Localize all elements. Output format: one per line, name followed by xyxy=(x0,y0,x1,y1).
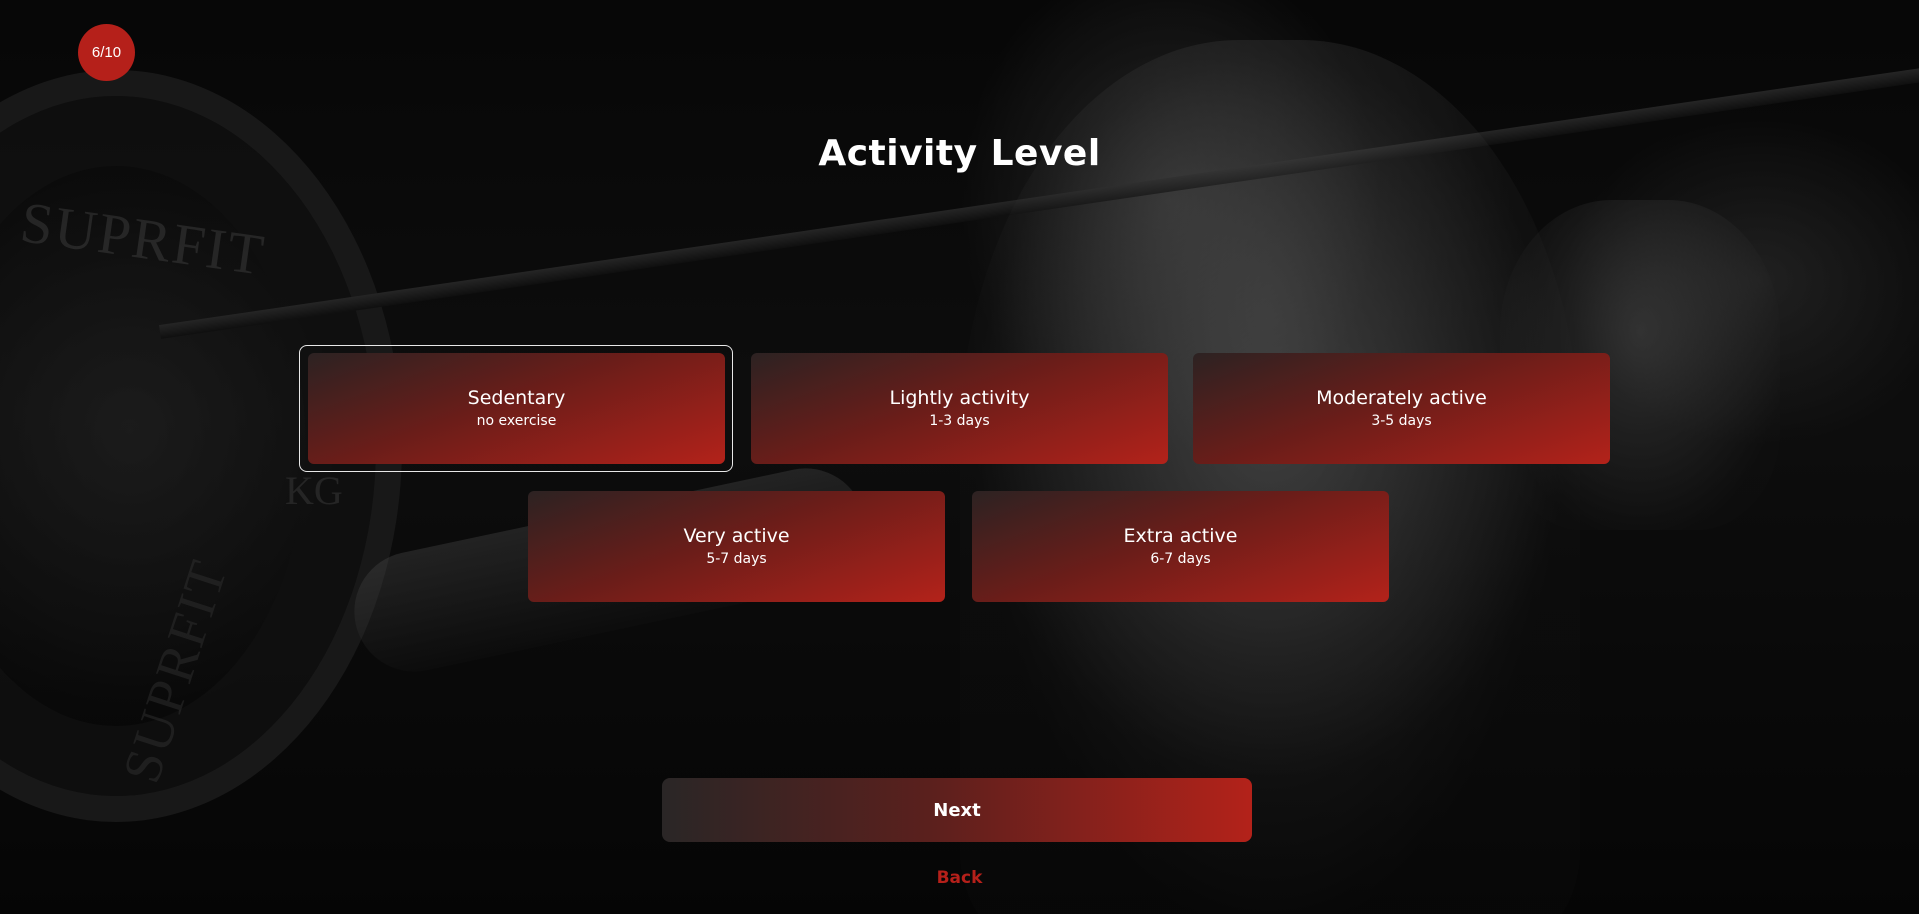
option-lightly-activity[interactable]: Lightly activity 1-3 days xyxy=(751,353,1168,464)
option-label: Lightly activity xyxy=(889,387,1030,409)
option-label: Very active xyxy=(683,525,790,547)
step-progress-badge: 6/10 xyxy=(78,24,135,81)
option-very-active[interactable]: Very active 5-7 days xyxy=(528,491,945,602)
option-label: Moderately active xyxy=(1316,387,1487,409)
back-link[interactable]: Back xyxy=(0,868,1919,888)
option-description: 6-7 days xyxy=(1150,551,1211,567)
option-label: Sedentary xyxy=(467,387,566,409)
option-description: no exercise xyxy=(476,413,557,429)
page-title: Activity Level xyxy=(818,133,1101,174)
option-description: 5-7 days xyxy=(706,551,767,567)
option-extra-active[interactable]: Extra active 6-7 days xyxy=(972,491,1389,602)
option-description: 3-5 days xyxy=(1371,413,1432,429)
option-label: Extra active xyxy=(1123,525,1238,547)
app-screen: SUPRFIT SUPRFIT KG 6/10 Activity Level S… xyxy=(0,0,1919,914)
option-description: 1-3 days xyxy=(929,413,990,429)
option-moderately-active[interactable]: Moderately active 3-5 days xyxy=(1193,353,1610,464)
next-button[interactable]: Next xyxy=(662,778,1252,842)
option-sedentary[interactable]: Sedentary no exercise xyxy=(308,353,725,464)
